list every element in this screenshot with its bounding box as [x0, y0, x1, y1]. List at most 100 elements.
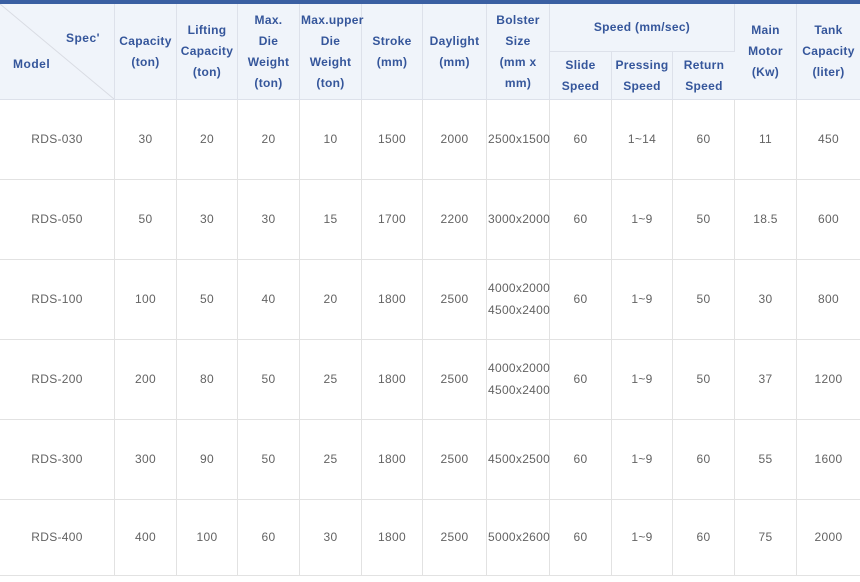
data-cell: 1800 — [362, 420, 423, 500]
data-cell: 1~9 — [612, 500, 673, 576]
model-cell: RDS-400 — [0, 500, 115, 576]
data-cell: 1~14 — [612, 100, 673, 180]
spec-table: Spec' Model Capacity (ton) Lifting Capac… — [0, 4, 860, 576]
data-cell: 2500 — [423, 260, 487, 340]
data-cell: 60 — [673, 500, 735, 576]
data-cell: 60 — [550, 260, 612, 340]
data-cell: 30 — [735, 260, 797, 340]
data-cell: 400 — [115, 500, 177, 576]
header-tank-capacity: Tank Capacity (liter) — [797, 4, 860, 100]
data-cell: 50 — [673, 340, 735, 420]
data-cell: 55 — [735, 420, 797, 500]
table-row: RDS-400 400 100 60 30 1800 2500 5000x260… — [0, 500, 860, 576]
data-cell: 60 — [550, 500, 612, 576]
data-cell: 75 — [735, 500, 797, 576]
data-cell: 50 — [177, 260, 238, 340]
data-cell: 25 — [300, 420, 362, 500]
model-cell: RDS-050 — [0, 180, 115, 260]
data-cell: 200 — [115, 340, 177, 420]
data-cell: 2500 — [423, 340, 487, 420]
data-cell: 50 — [673, 180, 735, 260]
corner-spec-label: Spec' — [66, 28, 100, 49]
diagonal-divider — [0, 4, 114, 99]
header-stroke: Stroke (mm) — [362, 4, 423, 100]
model-cell: RDS-300 — [0, 420, 115, 500]
data-cell: 2200 — [423, 180, 487, 260]
data-cell: 300 — [115, 420, 177, 500]
table-row: RDS-100 100 50 40 20 1800 2500 4000x2000… — [0, 260, 860, 340]
data-cell: 600 — [797, 180, 860, 260]
header-pressing-speed: Pressing Speed — [612, 52, 673, 100]
header-lifting-capacity: Lifting Capacity (ton) — [177, 4, 238, 100]
data-cell: 4000x2000 4500x2400 — [487, 340, 550, 420]
data-cell: 450 — [797, 100, 860, 180]
data-cell: 60 — [550, 180, 612, 260]
data-cell: 1200 — [797, 340, 860, 420]
data-cell: 2500 — [423, 500, 487, 576]
data-cell: 40 — [238, 260, 300, 340]
data-cell: 60 — [550, 340, 612, 420]
data-cell: 1~9 — [612, 420, 673, 500]
model-cell: RDS-200 — [0, 340, 115, 420]
table-header: Spec' Model Capacity (ton) Lifting Capac… — [0, 4, 860, 100]
header-bolster-size: Bolster Size (mm x mm) — [487, 4, 550, 100]
data-cell: 60 — [673, 420, 735, 500]
data-cell: 60 — [550, 100, 612, 180]
data-cell: 2000 — [423, 100, 487, 180]
data-cell: 30 — [115, 100, 177, 180]
header-max-upper-die-weight: Max.upper Die Weight (ton) — [300, 4, 362, 100]
table-body: RDS-030 30 20 20 10 1500 2000 2500x1500 … — [0, 100, 860, 576]
data-cell: 50 — [673, 260, 735, 340]
corner-header-cell: Spec' Model — [0, 4, 115, 100]
data-cell: 4500x2500 — [487, 420, 550, 500]
data-cell: 60 — [550, 420, 612, 500]
data-cell: 18.5 — [735, 180, 797, 260]
data-cell: 11 — [735, 100, 797, 180]
data-cell: 60 — [673, 100, 735, 180]
table-row: RDS-050 50 30 30 15 1700 2200 3000x2000 … — [0, 180, 860, 260]
data-cell: 1800 — [362, 500, 423, 576]
data-cell: 80 — [177, 340, 238, 420]
data-cell: 90 — [177, 420, 238, 500]
data-cell: 20 — [238, 100, 300, 180]
data-cell: 2500x1500 — [487, 100, 550, 180]
header-daylight: Daylight (mm) — [423, 4, 487, 100]
data-cell: 4000x2000 4500x2400 — [487, 260, 550, 340]
data-cell: 15 — [300, 180, 362, 260]
data-cell: 2500 — [423, 420, 487, 500]
table-row: RDS-030 30 20 20 10 1500 2000 2500x1500 … — [0, 100, 860, 180]
model-cell: RDS-030 — [0, 100, 115, 180]
header-main-motor: Main Motor (Kw) — [735, 4, 797, 100]
data-cell: 10 — [300, 100, 362, 180]
data-cell: 20 — [300, 260, 362, 340]
data-cell: 50 — [238, 420, 300, 500]
data-cell: 25 — [300, 340, 362, 420]
data-cell: 30 — [300, 500, 362, 576]
data-cell: 2000 — [797, 500, 860, 576]
data-cell: 1700 — [362, 180, 423, 260]
corner-model-label: Model — [13, 54, 50, 75]
header-capacity: Capacity (ton) — [115, 4, 177, 100]
data-cell: 37 — [735, 340, 797, 420]
data-cell: 1~9 — [612, 180, 673, 260]
data-cell: 100 — [115, 260, 177, 340]
data-cell: 30 — [177, 180, 238, 260]
table-row: RDS-200 200 80 50 25 1800 2500 4000x2000… — [0, 340, 860, 420]
data-cell: 3000x2000 — [487, 180, 550, 260]
data-cell: 1800 — [362, 260, 423, 340]
data-cell: 1600 — [797, 420, 860, 500]
data-cell: 50 — [238, 340, 300, 420]
header-max-die-weight: Max. Die Weight (ton) — [238, 4, 300, 100]
model-cell: RDS-100 — [0, 260, 115, 340]
data-cell: 20 — [177, 100, 238, 180]
data-cell: 1~9 — [612, 340, 673, 420]
data-cell: 60 — [238, 500, 300, 576]
header-speed-group: Speed (mm/sec) — [550, 4, 735, 52]
table-row: RDS-300 300 90 50 25 1800 2500 4500x2500… — [0, 420, 860, 500]
data-cell: 1500 — [362, 100, 423, 180]
data-cell: 30 — [238, 180, 300, 260]
data-cell: 1~9 — [612, 260, 673, 340]
data-cell: 5000x2600 — [487, 500, 550, 576]
header-return-speed: Return Speed — [673, 52, 735, 100]
data-cell: 100 — [177, 500, 238, 576]
